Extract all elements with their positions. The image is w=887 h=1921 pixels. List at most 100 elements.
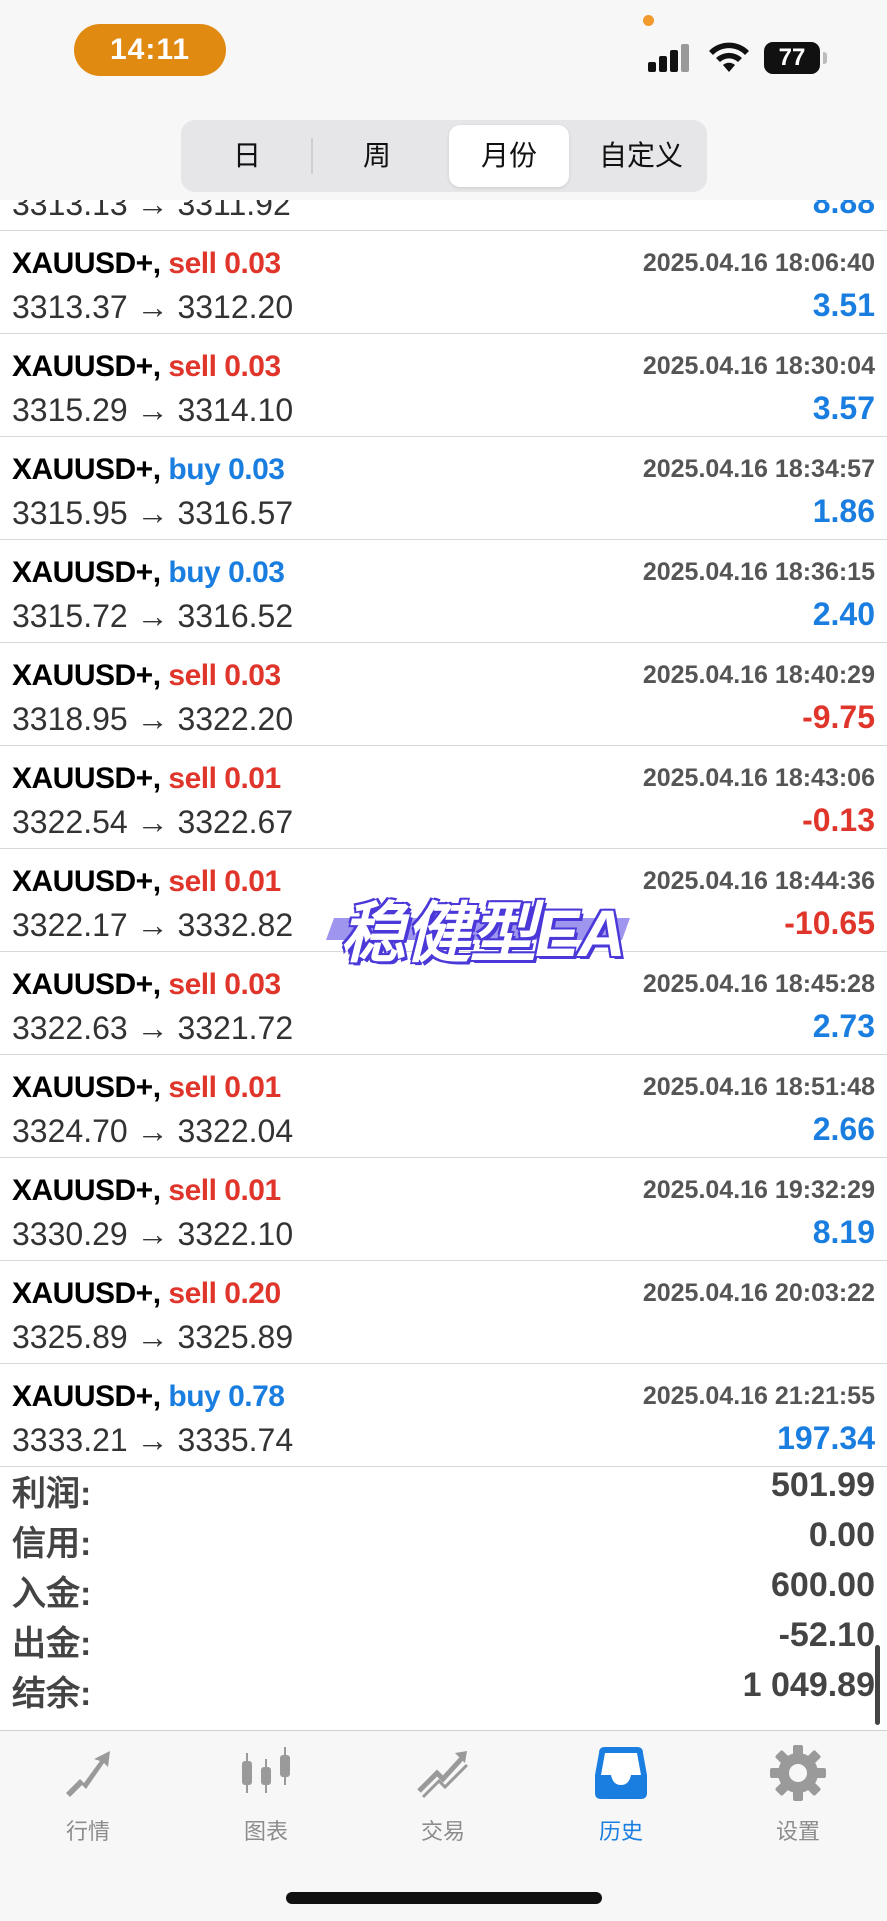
trade-profit: 3.57 bbox=[812, 390, 875, 426]
summary-value: 600.00 bbox=[771, 1566, 875, 1604]
trade-side: sell bbox=[168, 1277, 217, 1310]
trade-prices: 3315.29 → 3314.10 bbox=[12, 392, 293, 429]
arrow-icon: → bbox=[136, 1422, 169, 1458]
close-price: 3321.72 bbox=[177, 1010, 294, 1046]
trade-side: buy bbox=[168, 453, 221, 486]
tab-week[interactable]: 周 bbox=[317, 125, 437, 187]
close-price: 3322.10 bbox=[177, 1216, 294, 1252]
tab-history[interactable]: 历史 bbox=[551, 1743, 691, 1846]
scrollbar[interactable] bbox=[875, 1645, 880, 1725]
trade-datetime: 2025.04.16 18:06:40 bbox=[642, 249, 875, 277]
trade-side: buy bbox=[168, 556, 221, 589]
table-row-partial[interactable]: 3313.13 → 3311.92 8.88 bbox=[0, 200, 887, 231]
table-row[interactable]: XAUUSD+, sell 0.01 2025.04.16 18:51:48 332… bbox=[0, 1055, 887, 1158]
tab-settings[interactable]: 设置 bbox=[728, 1743, 868, 1846]
symbol-name: XAUUSD+, bbox=[12, 556, 161, 589]
trade-symbol: XAUUSD+, sell 0.01 bbox=[12, 762, 281, 796]
arrow-icon: → bbox=[136, 392, 169, 428]
trade-side: sell bbox=[168, 247, 217, 280]
trade-volume: 0.01 bbox=[224, 1174, 281, 1207]
summary-label: 出金: bbox=[12, 1625, 92, 1663]
tab-label: 设置 bbox=[775, 1819, 820, 1844]
tab-day[interactable]: 日 bbox=[187, 125, 307, 187]
trade-history-list: 3313.13 → 3311.92 8.88 XAUUSD+, sell 0.0… bbox=[0, 200, 887, 1467]
symbol-name: XAUUSD+, bbox=[12, 1071, 161, 1104]
symbol-name: XAUUSD+, bbox=[12, 762, 161, 795]
summary-label: 入金: bbox=[12, 1575, 92, 1613]
wifi-icon bbox=[709, 42, 749, 72]
trade-profit: 1.86 bbox=[812, 493, 875, 529]
tab-custom[interactable]: 自定义 bbox=[581, 125, 701, 187]
summary-label: 结余: bbox=[12, 1675, 92, 1713]
trade-volume: 0.78 bbox=[228, 1380, 285, 1413]
trade-symbol: XAUUSD+, buy 0.03 bbox=[12, 453, 285, 487]
open-price: 3322.54 bbox=[12, 804, 128, 840]
summary-label: 信用: bbox=[12, 1525, 92, 1563]
trade-datetime: 2025.04.16 18:36:15 bbox=[642, 558, 875, 586]
trade-side: sell bbox=[168, 865, 217, 898]
table-row[interactable]: XAUUSD+, sell 0.03 2025.04.16 18:06:40 331… bbox=[0, 231, 887, 334]
trade-side: sell bbox=[168, 762, 217, 795]
trade-volume: 0.01 bbox=[224, 762, 281, 795]
close-price: 3316.52 bbox=[177, 598, 294, 634]
trade-volume: 0.01 bbox=[224, 1071, 281, 1104]
symbol-name: XAUUSD+, bbox=[12, 350, 161, 383]
table-row[interactable]: XAUUSD+, sell 0.01 2025.04.16 18:43:06 332… bbox=[0, 746, 887, 849]
trade-datetime: 2025.04.16 18:34:57 bbox=[642, 455, 875, 483]
table-row[interactable]: XAUUSD+, sell 0.03 2025.04.16 18:30:04 331… bbox=[0, 334, 887, 437]
trade-symbol: XAUUSD+, sell 0.20 bbox=[12, 1277, 281, 1311]
tab-label: 历史 bbox=[598, 1819, 643, 1844]
tab-quotes[interactable]: 行情 bbox=[18, 1743, 158, 1846]
account-summary: 利润: 501.99 信用: 0.00 入金: 600.00 出金: -52.10 结余: 1 0… bbox=[0, 1462, 887, 1713]
trade-profit: 2.40 bbox=[812, 596, 875, 632]
trade-volume: 0.03 bbox=[228, 453, 285, 486]
table-row[interactable]: XAUUSD+, buy 0.78 2025.04.16 21:21:55 3333… bbox=[0, 1364, 887, 1467]
period-segmented-control: 日 周 月份 自定义 bbox=[181, 120, 707, 192]
trade-profit: 8.19 bbox=[812, 1214, 875, 1250]
tab-chart[interactable]: 图表 bbox=[196, 1743, 336, 1846]
trade-datetime: 2025.04.16 19:32:29 bbox=[642, 1176, 875, 1204]
table-row[interactable]: XAUUSD+, buy 0.03 2025.04.16 18:34:57 3315… bbox=[0, 437, 887, 540]
trade-datetime: 2025.04.16 18:44:36 bbox=[642, 867, 875, 895]
watermark-text: 稳健型EA bbox=[340, 896, 626, 970]
open-price: 3313.37 bbox=[12, 289, 128, 325]
table-row[interactable]: XAUUSD+, sell 0.03 2025.04.16 18:40:29 331… bbox=[0, 643, 887, 746]
trade-prices: 3318.95 → 3322.20 bbox=[12, 701, 293, 738]
table-row[interactable]: XAUUSD+, sell 0.20 2025.04.16 20:03:22 332… bbox=[0, 1261, 887, 1364]
symbol-name: XAUUSD+, bbox=[12, 968, 161, 1001]
close-price: 3335.74 bbox=[177, 1422, 294, 1458]
trade-volume: 0.03 bbox=[224, 968, 281, 1001]
close-price: 3325.89 bbox=[177, 1319, 294, 1355]
table-row[interactable]: XAUUSD+, sell 0.01 2025.04.16 19:32:29 333… bbox=[0, 1158, 887, 1261]
trade-datetime: 2025.04.16 20:03:22 bbox=[642, 1279, 875, 1307]
trade-datetime: 2025.04.16 21:21:55 bbox=[642, 1382, 875, 1410]
tab-month[interactable]: 月份 bbox=[449, 125, 569, 187]
tab-trade[interactable]: 交易 bbox=[373, 1743, 513, 1846]
trade-volume: 0.03 bbox=[228, 556, 285, 589]
trade-symbol: XAUUSD+, sell 0.01 bbox=[12, 1071, 281, 1105]
tab-label: 交易 bbox=[420, 1819, 465, 1844]
trade-symbol: XAUUSD+, sell 0.03 bbox=[12, 247, 281, 281]
table-row[interactable]: XAUUSD+, buy 0.03 2025.04.16 18:36:15 3315… bbox=[0, 540, 887, 643]
gear-icon bbox=[770, 1745, 826, 1801]
trade-volume: 0.03 bbox=[224, 247, 281, 280]
trade-side: sell bbox=[168, 1174, 217, 1207]
trade-prices: 3333.21 → 3335.74 bbox=[12, 1422, 293, 1459]
close-price: 3322.67 bbox=[177, 804, 294, 840]
trade-profit: -0.13 bbox=[802, 802, 875, 838]
trade-volume: 0.01 bbox=[224, 865, 281, 898]
close-price: 3316.57 bbox=[177, 495, 294, 531]
home-indicator[interactable] bbox=[286, 1892, 602, 1904]
open-price: 3315.72 bbox=[12, 598, 128, 634]
open-price: 3322.17 bbox=[12, 907, 128, 943]
tab-label: 图表 bbox=[243, 1819, 288, 1844]
trade-profit: 3.51 bbox=[812, 287, 875, 323]
close-price: 3322.20 bbox=[177, 701, 294, 737]
trade-prices: 3313.37 → 3312.20 bbox=[12, 289, 293, 326]
history-icon bbox=[595, 1747, 647, 1799]
cellular-signal-icon bbox=[648, 42, 692, 72]
chart-icon bbox=[242, 1747, 290, 1793]
trade-prices: 3330.29 → 3322.10 bbox=[12, 1216, 293, 1253]
arrow-icon: → bbox=[136, 1216, 169, 1252]
arrow-icon: → bbox=[136, 289, 169, 325]
